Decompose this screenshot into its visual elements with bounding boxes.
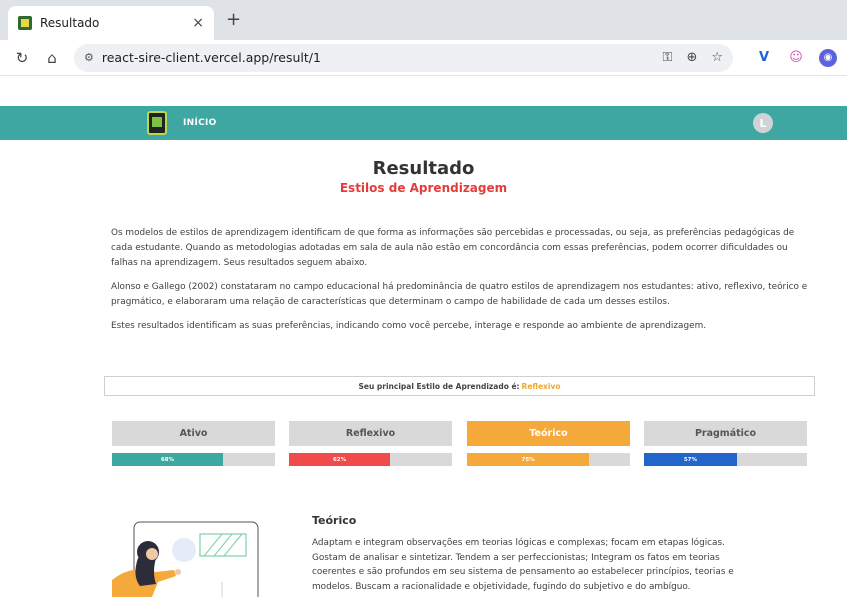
style-tab-pragmatico[interactable]: Pragmático xyxy=(644,421,807,446)
progress-track: 68% xyxy=(112,453,275,466)
nav-inicio-link[interactable]: INÍCIO xyxy=(183,118,217,128)
browser-tab[interactable]: Resultado × xyxy=(8,6,214,40)
zoom-icon[interactable]: ⊕ xyxy=(686,50,697,65)
reload-icon[interactable]: ↻ xyxy=(10,49,34,67)
intro-paragraph: Estes resultados identificam as suas pre… xyxy=(111,321,707,331)
style-card-pragmatico: Pragmático 57% xyxy=(644,421,807,466)
url-text[interactable]: react-sire-client.vercel.app/result/1 xyxy=(102,50,649,65)
page-title: Resultado xyxy=(372,158,475,179)
detail-title: Teórico xyxy=(312,514,357,527)
illustration-graphic xyxy=(112,521,259,597)
app-logo-icon[interactable] xyxy=(147,111,167,135)
user-avatar[interactable]: L xyxy=(753,113,773,133)
progress-fill-teorico: 75% xyxy=(467,453,590,466)
favicon-icon xyxy=(18,16,32,30)
password-key-icon[interactable]: ⚿ xyxy=(663,50,673,65)
intro-paragraph: Alonso e Gallego (2002) constataram no c… xyxy=(111,282,808,307)
detail-text: Adaptam e integram observações em teoria… xyxy=(312,538,734,592)
style-tab-ativo[interactable]: Ativo xyxy=(112,421,275,446)
extension-cat-icon[interactable]: ☺ xyxy=(787,49,805,67)
progress-fill-reflexivo: 62% xyxy=(289,453,391,466)
bookmark-star-icon[interactable]: ☆ xyxy=(711,50,723,65)
progress-fill-pragmatico: 57% xyxy=(644,453,737,466)
principal-style-label: Seu principal Estilo de Aprendizado é: xyxy=(358,381,520,391)
address-bar[interactable]: ⚙ react-sire-client.vercel.app/result/1 … xyxy=(74,43,733,72)
style-card-reflexivo: Reflexivo 62% xyxy=(289,421,452,466)
intro-text: Os modelos de estilos de aprendizagem id… xyxy=(111,226,817,343)
style-detail: Teórico Adaptam e integram observações e… xyxy=(312,514,742,594)
principal-style-value: Reflexivo xyxy=(521,381,561,391)
style-card-ativo: Ativo 68% xyxy=(112,421,275,466)
profile-extension-icon[interactable]: ◉ xyxy=(819,48,837,67)
progress-track: 75% xyxy=(467,453,630,466)
new-tab-button[interactable]: + xyxy=(226,9,241,30)
close-tab-icon[interactable]: × xyxy=(192,15,204,31)
app-header: INÍCIO L xyxy=(0,106,847,140)
page-top-spacer xyxy=(0,76,847,106)
browser-tab-strip: Resultado × + xyxy=(0,0,847,40)
progress-fill-ativo: 68% xyxy=(112,453,223,466)
principal-style-box: Seu principal Estilo de Aprendizado é: R… xyxy=(104,376,815,396)
home-icon[interactable]: ⌂ xyxy=(40,49,64,67)
intro-paragraph: Os modelos de estilos de aprendizagem id… xyxy=(111,228,795,268)
site-info-icon[interactable]: ⚙ xyxy=(84,51,94,64)
style-tab-reflexivo[interactable]: Reflexivo xyxy=(289,421,452,446)
style-card-teorico: Teórico 75% xyxy=(467,421,630,466)
progress-track: 62% xyxy=(289,453,452,466)
progress-track: 57% xyxy=(644,453,807,466)
tab-title: Resultado xyxy=(40,16,100,30)
browser-toolbar: ↻ ⌂ ⚙ react-sire-client.vercel.app/resul… xyxy=(0,40,847,76)
style-tab-teorico[interactable]: Teórico xyxy=(467,421,630,446)
page-subtitle: Estilos de Aprendizagem xyxy=(339,181,508,195)
extension-v-icon[interactable]: V xyxy=(755,49,773,67)
teacher-whiteboard-illustration xyxy=(112,520,262,597)
